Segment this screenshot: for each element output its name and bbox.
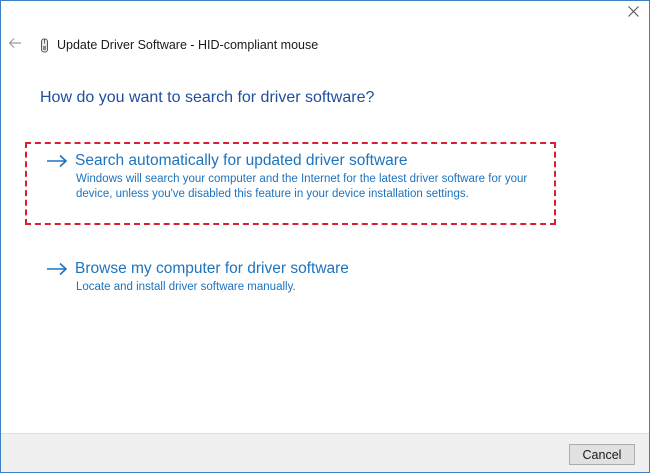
mouse-device-icon — [39, 37, 49, 53]
option-title: Search automatically for updated driver … — [75, 152, 408, 169]
right-arrow-icon — [46, 261, 68, 277]
browse-computer-option[interactable]: Browse my computer for driver software L… — [46, 260, 546, 295]
back-arrow-icon — [8, 36, 22, 54]
close-icon — [627, 4, 639, 22]
back-button[interactable] — [7, 37, 23, 53]
option-title: Browse my computer for driver software — [75, 260, 349, 277]
right-arrow-icon — [46, 153, 68, 169]
option-description: Windows will search your computer and th… — [76, 173, 528, 200]
dialog-title: Update Driver Software - HID-compliant m… — [57, 38, 319, 52]
update-driver-dialog: Update Driver Software - HID-compliant m… — [0, 0, 650, 473]
cancel-button[interactable]: Cancel — [569, 444, 635, 465]
search-automatically-option[interactable]: Search automatically for updated driver … — [46, 152, 546, 207]
option-description: Locate and install driver software manua… — [76, 281, 296, 293]
page-heading: How do you want to search for driver sof… — [40, 89, 375, 106]
close-button[interactable] — [623, 4, 643, 22]
dialog-footer: Cancel — [1, 433, 649, 472]
dialog-header: Update Driver Software - HID-compliant m… — [7, 35, 318, 55]
